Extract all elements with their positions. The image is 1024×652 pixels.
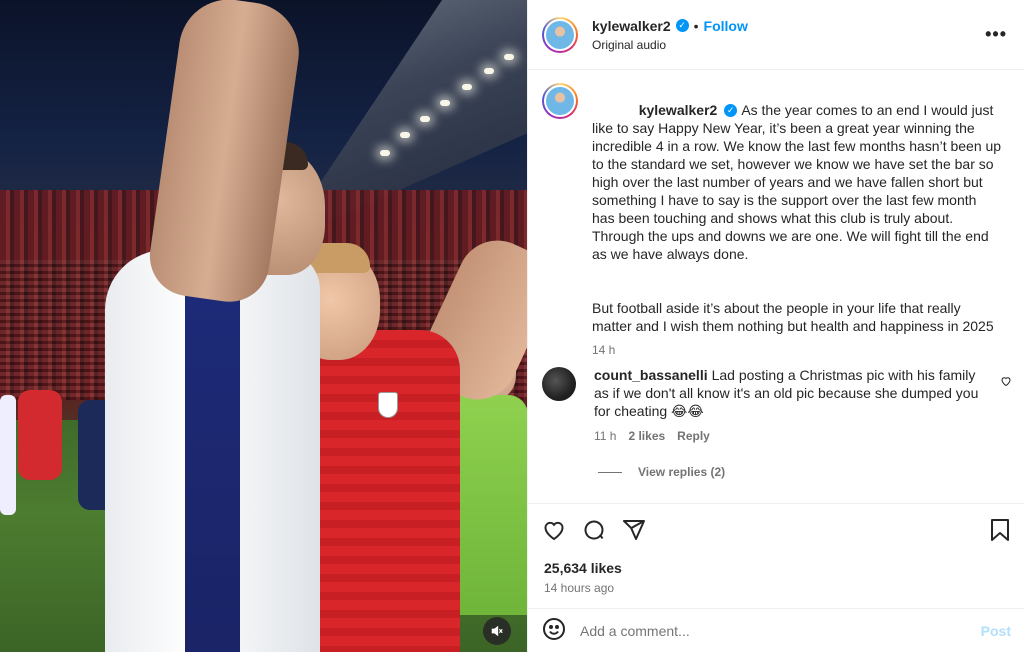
caption-text: But football aside it’s about the people… [592, 300, 994, 334]
comment-composer: Post [528, 608, 1024, 652]
speaker-muted-icon [491, 625, 503, 637]
instagram-post-modal: kylewalker2 ✓ • Follow Original audio ••… [0, 0, 1024, 652]
share-button[interactable] [622, 518, 646, 542]
more-options-icon[interactable]: ••• [985, 24, 1007, 45]
comments-scroll-area[interactable]: kylewalker2 ✓ As the year comes to an end … [528, 71, 1024, 503]
follow-button[interactable]: Follow [704, 18, 748, 34]
verified-badge-icon: ✓ [675, 19, 689, 32]
caption-timestamp[interactable]: 14 h [592, 341, 1002, 359]
avatar[interactable] [542, 16, 578, 53]
comment-likes[interactable]: 2 likes [628, 427, 665, 445]
avatar[interactable] [542, 367, 576, 401]
save-button[interactable] [989, 518, 1011, 542]
heart-icon [544, 521, 564, 541]
comment-bubble-icon [584, 520, 604, 540]
like-button[interactable] [542, 518, 566, 542]
smiley-icon [543, 618, 565, 640]
post-details-panel: kylewalker2 ✓ • Follow Original audio ••… [527, 0, 1024, 652]
emoji-button[interactable] [542, 617, 566, 644]
mute-button[interactable] [483, 617, 511, 645]
verified-badge-icon: ✓ [724, 103, 738, 117]
caption-text: As the year comes to an end I would just… [592, 102, 1005, 262]
post-actions: 25,634 likes 14 hours ago [528, 503, 1024, 608]
reply-button[interactable]: Reply [677, 427, 710, 445]
post-header: kylewalker2 ✓ • Follow Original audio ••… [528, 0, 1024, 70]
heart-icon [1001, 377, 1011, 387]
background-player [18, 390, 62, 480]
comment-input[interactable] [580, 622, 981, 639]
post-comment-button[interactable]: Post [981, 623, 1011, 639]
floodlights [370, 40, 520, 160]
post-video[interactable] [0, 0, 527, 652]
comment-item: count_bassanelli Lad posting a Christmas … [542, 366, 1012, 445]
view-replies-button[interactable]: View replies (2) [598, 465, 725, 479]
avatar[interactable] [542, 83, 578, 119]
england-crest [378, 392, 398, 418]
comment-button[interactable] [582, 518, 606, 542]
bookmark-icon [991, 519, 1009, 541]
username-link[interactable]: kylewalker2 [592, 18, 671, 34]
paper-plane-icon [623, 520, 645, 540]
like-count[interactable]: 25,634 likes [544, 560, 622, 576]
post-timestamp[interactable]: 14 hours ago [544, 581, 614, 595]
comment-like-button[interactable] [1000, 374, 1012, 390]
comment-timestamp[interactable]: 11 h [594, 427, 616, 445]
post-caption: kylewalker2 ✓ As the year comes to an end … [542, 83, 1012, 359]
comment-username[interactable]: count_bassanelli [594, 367, 708, 383]
caption-username[interactable]: kylewalker2 [639, 101, 718, 119]
audio-link[interactable]: Original audio [592, 38, 748, 52]
